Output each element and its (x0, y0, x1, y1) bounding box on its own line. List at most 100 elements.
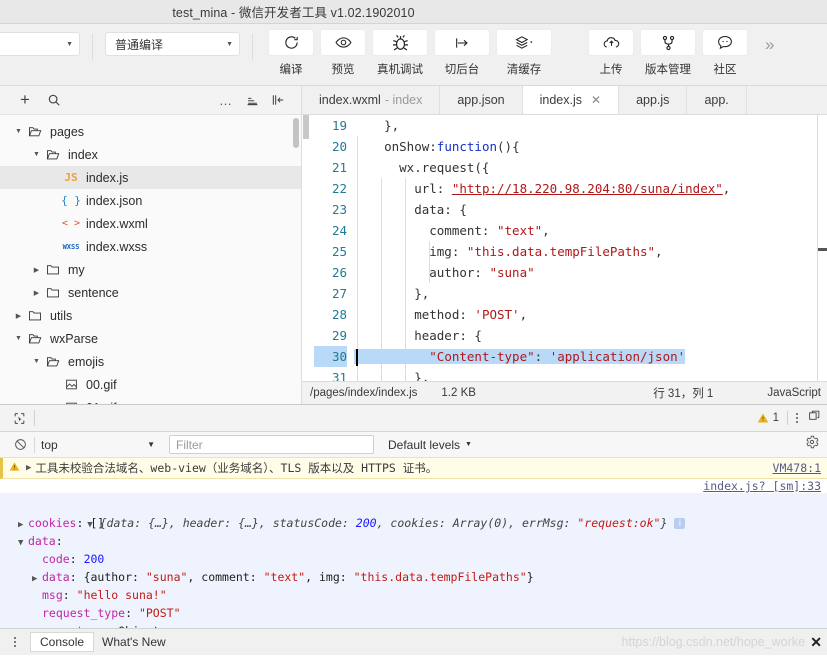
console-filter-input[interactable]: Filter (169, 435, 374, 454)
bottom-more-icon[interactable] (0, 636, 30, 648)
language-mode-label[interactable]: JavaScript (767, 387, 821, 399)
devtools-more-icon[interactable] (796, 412, 798, 424)
execution-context-select[interactable]: top ▼ (41, 438, 161, 452)
real-device-debug-label: 真机调试 (377, 64, 423, 76)
editor-tab-label: app.js (636, 93, 670, 107)
file-tree[interactable]: ▼ pages ▼ index JS index.js { } index.json < > in… (0, 115, 301, 404)
tree-item-index[interactable]: ▼ index (0, 143, 301, 166)
code-content[interactable]: }, onShow:function(){ wx.request({ url: … (354, 115, 827, 381)
close-icon[interactable]: ✕ (810, 634, 822, 651)
console-warning-message[interactable]: ▶ 工具未校验合法域名、web-view（业务域名）、TLS 版本以及 HTTP… (0, 458, 827, 479)
info-badge-icon[interactable]: i (674, 518, 686, 529)
console-object-summary[interactable]: ▼ {data: {…}, header: {…}, statusCode: 2… (0, 496, 827, 530)
tree-item-01-gif[interactable]: 01.gif (0, 396, 301, 404)
chevron-right-icon[interactable]: ▶ (12, 312, 25, 320)
add-file-icon[interactable]: + (10, 90, 40, 110)
more-icon[interactable]: … (213, 93, 239, 108)
background-switch-button[interactable]: 切后台 (431, 29, 493, 77)
expand-arrow-icon[interactable]: ▶ (26, 463, 31, 473)
tree-item-index-wxml[interactable]: < > index.wxml (0, 212, 301, 235)
editor-tab-label: app.json (457, 93, 505, 107)
tree-item-wxParse[interactable]: ▼ wxParse (0, 327, 301, 350)
code-line[interactable]: "Content-type": 'application/json' (354, 346, 827, 367)
tree-item-emojis[interactable]: ▼ emojis (0, 350, 301, 373)
code-line[interactable]: }, (354, 115, 827, 136)
collapse-panel-icon[interactable] (265, 93, 291, 107)
real-device-debug-button[interactable]: 真机调试 (369, 29, 431, 77)
code-line[interactable]: method: 'POST', (354, 304, 827, 325)
chevron-down-icon: ▼ (147, 440, 155, 449)
preview-button[interactable]: 预览 (317, 29, 369, 77)
console-output[interactable]: ▶ 工具未校验合法域名、web-view（业务域名）、TLS 版本以及 HTTP… (0, 458, 827, 628)
chevron-right-icon[interactable]: ▶ (30, 266, 43, 274)
editor-tab-index-js[interactable]: index.js ✕ (522, 86, 620, 114)
toolbar-overflow-icon[interactable]: » (765, 35, 774, 55)
code-line[interactable]: }, (354, 367, 827, 381)
code-line[interactable]: wx.request({ (354, 157, 827, 178)
chevron-down-icon[interactable]: ▼ (30, 151, 43, 158)
object-separator: : (125, 606, 139, 620)
console-object-message[interactable]: ▼ {data: {…}, header: {…}, statusCode: 2… (0, 493, 827, 628)
folder-open-icon (25, 125, 45, 138)
main-toolbar: ▼ 普通编译 ▼ 编译 预览 真机调试 切后台 清缓存 上传 版本管理 社区 » (0, 24, 827, 86)
toolbar-button-group: 编译 预览 真机调试 切后台 清缓存 上传 版本管理 社区 » (265, 29, 774, 77)
code-line[interactable]: header: { (354, 325, 827, 346)
chevron-down-icon[interactable]: ▼ (12, 128, 25, 135)
chevron-right-icon[interactable]: ▶ (30, 289, 43, 297)
version-control-button[interactable]: 版本管理 (637, 29, 699, 77)
close-icon[interactable]: ✕ (591, 93, 601, 107)
code-line[interactable]: data: { (354, 199, 827, 220)
code-line[interactable]: img: "this.data.tempFilePaths", (354, 241, 827, 262)
code-editor[interactable]: 19202122232425262728293031323334 }, onSh… (302, 115, 827, 381)
chevron-down-icon: ▼ (226, 40, 233, 48)
editor-tab-app-json[interactable]: app.json (440, 86, 523, 114)
console-object-row[interactable]: code: 200 (0, 550, 827, 568)
clear-cache-button[interactable]: 清缓存 (493, 29, 555, 77)
tree-item-index-js[interactable]: JS index.js (0, 166, 301, 189)
sidebar-scrollbar[interactable] (293, 118, 299, 148)
editor-tab-app-js[interactable]: app.js (619, 86, 688, 114)
console-object-row[interactable]: request_type: "POST" (0, 604, 827, 622)
editor-tab-app-[interactable]: app. (687, 86, 747, 114)
chevron-down-icon[interactable]: ▼ (30, 358, 43, 365)
console-object-row[interactable]: ▼ data: (0, 532, 827, 550)
tree-item-utils[interactable]: ▶ utils (0, 304, 301, 327)
console-object-row[interactable]: msg: "hello suna!" (0, 586, 827, 604)
code-line[interactable]: comment: "text", (354, 220, 827, 241)
clear-console-icon[interactable] (8, 438, 32, 451)
code-line[interactable]: url: "http://18.220.98.204:80/suna/index… (354, 178, 827, 199)
devtools-tab-divider (34, 410, 35, 426)
console-object-source[interactable]: index.js? [sm]:33 (0, 479, 827, 493)
object-property-key: data (28, 534, 56, 548)
console-object-row[interactable]: ▶ data: {author: "suna", comment: "text",… (0, 568, 827, 586)
search-icon[interactable] (40, 93, 68, 107)
code-line[interactable]: author: "suna" (354, 262, 827, 283)
editor-tab-label: index.wxml (319, 93, 381, 107)
tree-item-index-json[interactable]: { } index.json (0, 189, 301, 212)
inspect-element-icon[interactable] (6, 412, 32, 425)
sort-icon[interactable] (239, 94, 265, 107)
environment-select[interactable]: ▼ (0, 32, 80, 56)
console-settings-icon[interactable] (805, 435, 819, 454)
bottom-tab-console[interactable]: Console (30, 632, 95, 652)
tree-item-index-wxss[interactable]: WXSS index.wxss (0, 235, 301, 258)
dock-panel-icon[interactable] (808, 409, 821, 427)
code-line[interactable]: }, (354, 283, 827, 304)
log-levels-select[interactable]: Default levels ▼ (388, 438, 472, 452)
code-line[interactable]: onShow:function(){ (354, 136, 827, 157)
tree-item-00-gif[interactable]: 00.gif (0, 373, 301, 396)
editor-scrollbar-thumb[interactable] (818, 248, 827, 251)
console-warning-source[interactable]: VM478:1 (773, 461, 821, 475)
chevron-down-icon[interactable]: ▼ (12, 335, 25, 342)
tree-item-sentence[interactable]: ▶ sentence (0, 281, 301, 304)
compile-button[interactable]: 编译 (265, 29, 317, 77)
summary-status: 200 (355, 516, 377, 530)
build-mode-select[interactable]: 普通编译 ▼ (105, 32, 240, 56)
editor-tab-index-wxml[interactable]: index.wxml - index (302, 86, 441, 114)
upload-button[interactable]: 上传 (585, 29, 637, 77)
warning-count-badge[interactable]: 1 (757, 412, 779, 424)
community-button[interactable]: 社区 (699, 29, 751, 77)
tree-item-pages[interactable]: ▼ pages (0, 120, 301, 143)
tree-item-my[interactable]: ▶ my (0, 258, 301, 281)
bottom-tab-whats-new[interactable]: What's New (94, 633, 174, 651)
